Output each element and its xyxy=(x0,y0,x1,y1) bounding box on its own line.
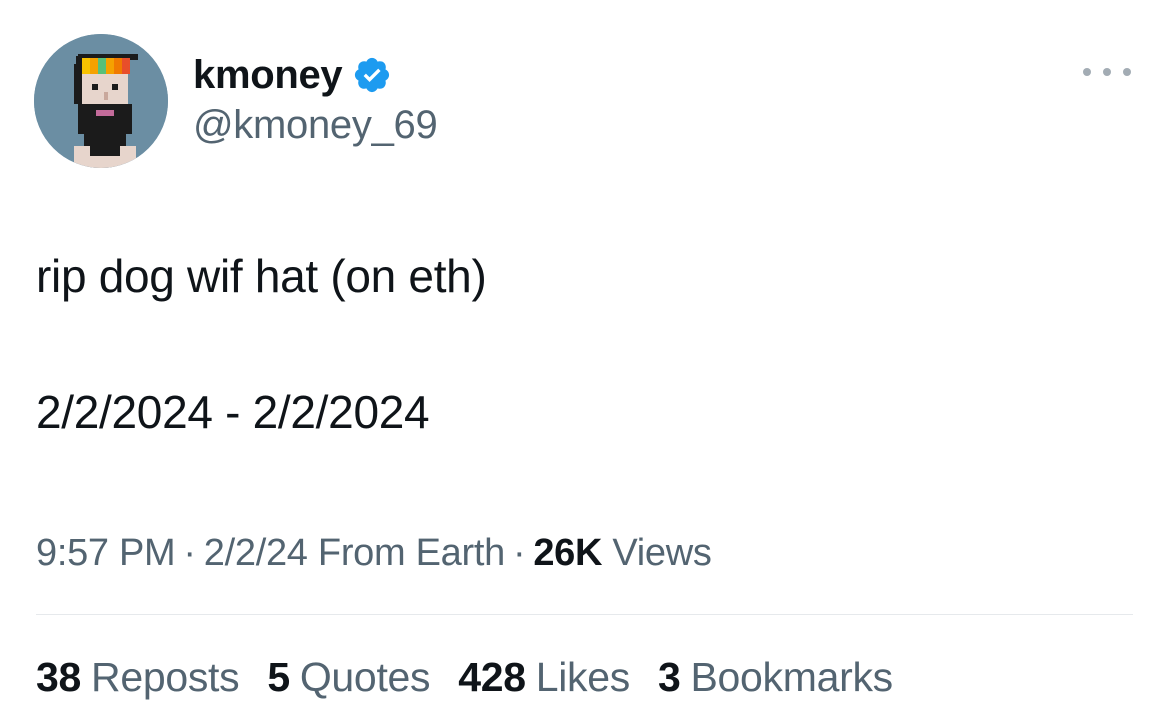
meta-separator: · xyxy=(512,532,526,574)
quotes-label: Quotes xyxy=(299,654,431,700)
divider xyxy=(36,614,1133,615)
tweet-meta: 9:57 PM · 2/2/24 From Earth · 26K Views xyxy=(36,528,712,578)
quotes-stat[interactable]: 5 Quotes xyxy=(267,652,430,702)
reposts-count: 38 xyxy=(36,654,82,700)
reposts-stat[interactable]: 38 Reposts xyxy=(36,652,240,702)
author-display-name[interactable]: kmoney xyxy=(193,55,343,95)
more-dot xyxy=(1123,68,1131,76)
likes-stat[interactable]: 428 Likes xyxy=(458,652,630,702)
more-dot xyxy=(1103,68,1111,76)
tweet-source: From Earth xyxy=(317,532,505,574)
tweet-date[interactable]: 2/2/24 xyxy=(204,532,308,574)
views-count: 26K xyxy=(533,532,603,574)
tweet-text: rip dog wif hat (on eth) 2/2/2024 - 2/2/… xyxy=(36,240,487,448)
pixel-punk-avatar-icon xyxy=(34,34,168,168)
tweet-card: kmoney @kmoney_69 rip dog wif hat (on et… xyxy=(0,0,1169,705)
likes-label: Likes xyxy=(535,654,631,700)
more-options-icon[interactable] xyxy=(1083,62,1131,82)
tweet-text-line-2: 2/2/2024 - 2/2/2024 xyxy=(36,386,430,438)
reposts-label: Reposts xyxy=(91,654,240,700)
tweet-time[interactable]: 9:57 PM xyxy=(36,532,176,574)
tweet-text-line-1: rip dog wif hat (on eth) xyxy=(36,250,487,302)
bookmarks-label: Bookmarks xyxy=(690,654,893,700)
more-dot xyxy=(1083,68,1091,76)
engagement-stats: 38 Reposts 5 Quotes 428 Likes 3 Bookmarks xyxy=(36,652,893,702)
views-label: Views xyxy=(612,532,712,574)
bookmarks-stat[interactable]: 3 Bookmarks xyxy=(658,652,893,702)
quotes-count: 5 xyxy=(267,654,290,700)
author-name-line: kmoney xyxy=(193,48,392,102)
verified-badge-icon xyxy=(352,55,392,95)
avatar[interactable] xyxy=(34,34,168,168)
bookmarks-count: 3 xyxy=(657,654,681,700)
tweet-text-spacer xyxy=(36,312,487,376)
author-handle[interactable]: @kmoney_69 xyxy=(193,103,438,147)
meta-separator: · xyxy=(183,532,196,574)
likes-count: 428 xyxy=(458,654,526,700)
